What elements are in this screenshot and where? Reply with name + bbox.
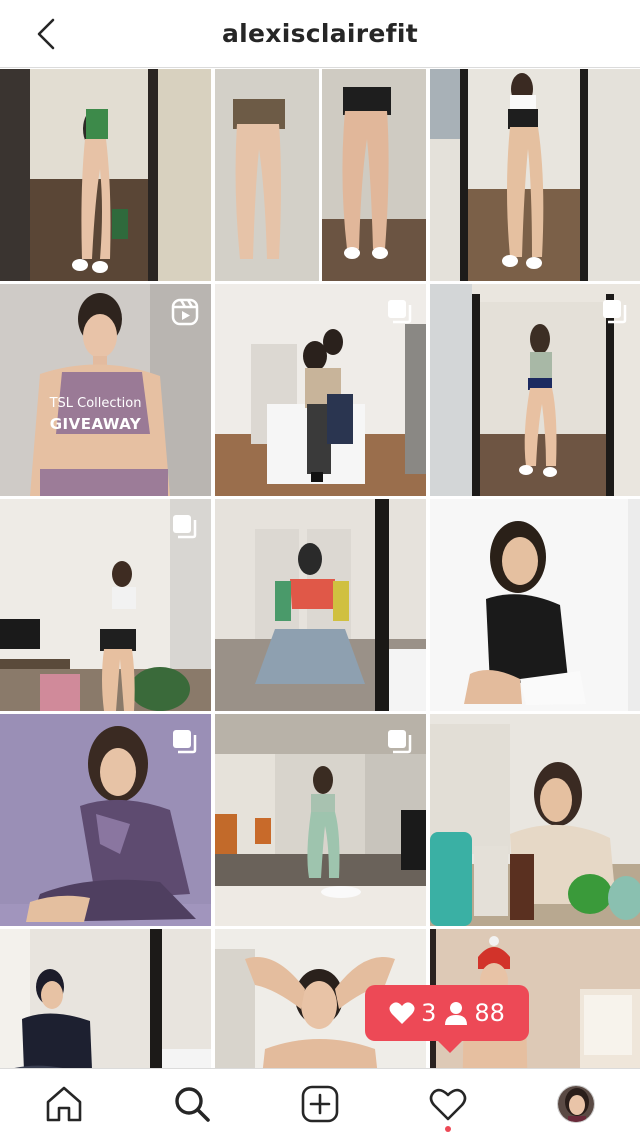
post-tile[interactable] — [0, 929, 211, 1068]
profile-username: alexisclairefit — [222, 19, 418, 48]
profile-avatar — [557, 1084, 595, 1123]
giveaway-overlay-line2: GIVEAWAY — [49, 415, 142, 433]
tab-activity[interactable] — [416, 1072, 480, 1136]
heart-outline-icon — [429, 1088, 467, 1120]
post-tile[interactable] — [215, 714, 426, 926]
post-tile[interactable] — [430, 284, 640, 496]
post-tile[interactable] — [0, 714, 211, 926]
post-tile[interactable] — [0, 499, 211, 711]
multiple-posts-icon — [388, 300, 412, 324]
tab-search[interactable] — [160, 1072, 224, 1136]
activity-notification-bubble[interactable]: 3 88 — [365, 985, 529, 1053]
heart-filled-icon — [389, 1002, 415, 1024]
post-tile[interactable] — [430, 714, 640, 926]
likes-count: 3 — [421, 999, 437, 1027]
post-tile[interactable] — [0, 69, 211, 281]
tab-profile[interactable] — [544, 1072, 608, 1136]
bottom-tab-bar — [0, 1068, 640, 1138]
new-post-icon — [301, 1085, 339, 1122]
post-tile[interactable] — [215, 284, 426, 496]
followers-count: 88 — [474, 999, 505, 1027]
profile-header: alexisclairefit — [0, 0, 640, 68]
tab-home[interactable] — [32, 1072, 96, 1136]
chevron-left-icon — [37, 18, 55, 50]
multiple-posts-icon — [603, 300, 627, 324]
posts-grid: TSL Collection GIVEAWAY — [0, 69, 640, 1068]
likes-count-item: 3 — [389, 999, 436, 1027]
activity-indicator-dot — [445, 1125, 451, 1132]
home-icon — [46, 1086, 82, 1121]
multiple-posts-icon — [173, 515, 197, 539]
back-button[interactable] — [26, 14, 66, 54]
multiple-posts-icon — [173, 730, 197, 754]
reel-icon — [171, 298, 199, 326]
tab-new-post[interactable] — [288, 1072, 352, 1136]
followers-count-item: 88 — [444, 999, 505, 1027]
post-tile[interactable] — [215, 499, 426, 711]
giveaway-overlay-line1: TSL Collection — [49, 396, 142, 411]
post-tile[interactable] — [430, 69, 640, 281]
post-tile[interactable]: TSL Collection GIVEAWAY — [0, 284, 211, 496]
person-icon — [445, 1002, 468, 1025]
search-icon — [175, 1086, 210, 1122]
post-tile[interactable] — [215, 69, 426, 281]
multiple-posts-icon — [388, 730, 412, 754]
post-tile[interactable] — [430, 499, 640, 711]
